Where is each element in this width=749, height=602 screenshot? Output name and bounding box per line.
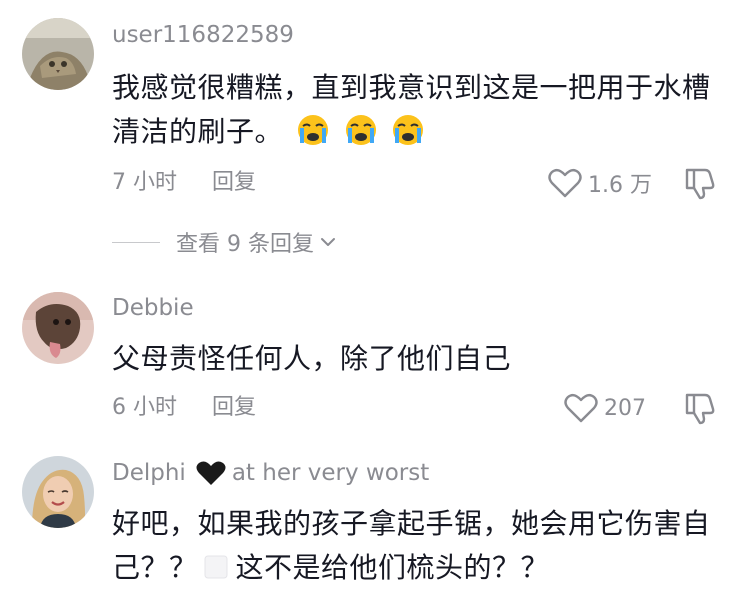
thumbs-down-icon (685, 393, 715, 425)
like-count: 1.6 万 (588, 173, 652, 198)
avatar[interactable] (22, 456, 94, 528)
comment-text: 父母责怪任何人，除了他们自己 (112, 342, 512, 375)
blank-emoji-icon (198, 551, 236, 584)
comment-text: 我感觉很糟糕，直到我意识到这是一把用于水槽清洁的刷子。 (112, 66, 722, 154)
heart-outline-icon (564, 393, 598, 423)
avatar-image (22, 456, 94, 528)
loudly-crying-face-icon (292, 115, 339, 148)
comment-text: 好吧，如果我的孩子拿起手锯，她会用它伤害自己？？ 这不是给他们梳头的？？ (112, 502, 722, 590)
dislike-button[interactable] (683, 166, 719, 200)
comment-username[interactable]: user116822589 (112, 20, 294, 50)
loudly-crying-face-icon (387, 115, 425, 148)
replies-divider (112, 241, 160, 243)
username-suffix: at her very worst (231, 460, 430, 486)
like-button[interactable]: 1.6 万 (548, 166, 652, 200)
avatar-image (22, 292, 94, 364)
comment-text-tail: 这不是给他们梳头的？？ (235, 551, 550, 584)
view-replies-label: 查看 9 条回复 (176, 232, 314, 257)
comment-item: Debbie 父母责怪任何人，除了他们自己 6 小时 回复 207 (0, 280, 749, 440)
comment-username[interactable]: Delphi at her very worst (112, 458, 429, 488)
comment-timestamp: 7 小时 (112, 170, 177, 195)
thumbs-down-icon (685, 168, 715, 200)
comment-timestamp: 6 小时 (112, 395, 177, 420)
black-heart-icon (196, 460, 226, 486)
reply-button[interactable]: 回复 (212, 168, 256, 198)
reply-button[interactable]: 回复 (212, 393, 256, 423)
avatar[interactable] (22, 18, 94, 90)
view-replies-button[interactable]: 查看 9 条回复 (112, 227, 336, 257)
like-count: 207 (604, 395, 646, 421)
username-name: Delphi (112, 460, 186, 486)
avatar[interactable] (22, 292, 94, 364)
avatar-image (22, 18, 94, 90)
chevron-down-icon (320, 238, 335, 246)
dislike-button[interactable] (683, 391, 719, 425)
like-button[interactable]: 207 (564, 391, 646, 425)
comment-item: user116822589 我感觉很糟糕，直到我意识到这是一把用于水槽清洁的刷子… (0, 0, 749, 230)
comment-item: Delphi at her very worst 好吧，如果我的孩子拿起手锯，她… (0, 450, 749, 602)
heart-outline-icon (548, 168, 582, 198)
comment-username[interactable]: Debbie (112, 293, 194, 323)
loudly-crying-face-icon (340, 115, 387, 148)
